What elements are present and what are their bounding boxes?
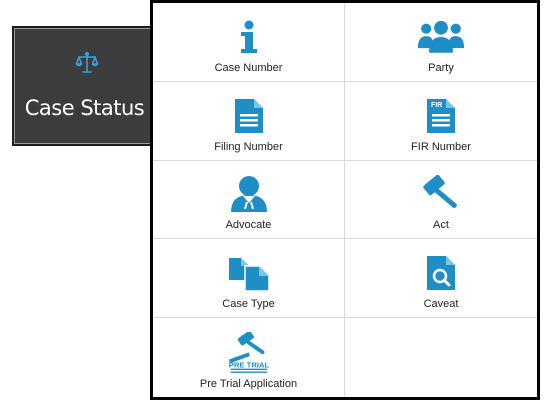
fir-icon-text: FIR: [431, 102, 442, 109]
search-options-grid: Case Number Party Filing Number FIR FIR …: [150, 0, 540, 400]
pre-trial-application-label: Pre Trial Application: [199, 378, 298, 390]
filing-number-label: Filing Number: [214, 140, 283, 153]
case-status-tile[interactable]: Case Status: [12, 26, 157, 146]
caveat-option[interactable]: Caveat: [345, 239, 537, 319]
act-label: Act: [433, 219, 449, 232]
group-icon: [417, 17, 465, 57]
pre-trial-gavel-icon: PRE TRIAL: [225, 332, 273, 373]
case-number-label: Case Number: [214, 61, 283, 74]
advocate-option[interactable]: Advocate: [153, 160, 345, 240]
advocate-label: Advocate: [225, 219, 272, 232]
pre-trial-application-option[interactable]: PRE TRIAL Pre Trial Application: [153, 318, 345, 397]
gavel-icon: [417, 174, 465, 214]
case-status-label: Case Status: [24, 96, 145, 120]
act-option[interactable]: Act: [345, 161, 537, 240]
balance-scale-icon: [75, 51, 99, 73]
party-label: Party: [428, 61, 454, 74]
document-icon: [225, 96, 273, 136]
fir-document-icon: FIR: [417, 96, 465, 136]
fir-number-label: FIR Number: [411, 140, 471, 153]
party-option[interactable]: Party: [345, 3, 537, 82]
fir-number-option[interactable]: FIR FIR Number: [345, 82, 537, 161]
case-type-option[interactable]: Case Type: [153, 239, 345, 319]
case-status-screen: Case Status Case Number Party Filing Num…: [0, 0, 553, 403]
case-number-option[interactable]: Case Number: [153, 3, 345, 82]
advocate-icon: [225, 174, 273, 214]
info-icon: [225, 17, 273, 57]
caveat-label: Caveat: [423, 298, 459, 311]
pre-trial-icon-text: PRE TRIAL: [228, 360, 269, 369]
filing-number-option[interactable]: Filing Number: [153, 81, 345, 161]
case-type-label: Case Type: [222, 298, 275, 311]
copy-files-icon: [225, 253, 273, 293]
document-search-icon: [417, 253, 465, 293]
empty-cell: [345, 318, 537, 397]
